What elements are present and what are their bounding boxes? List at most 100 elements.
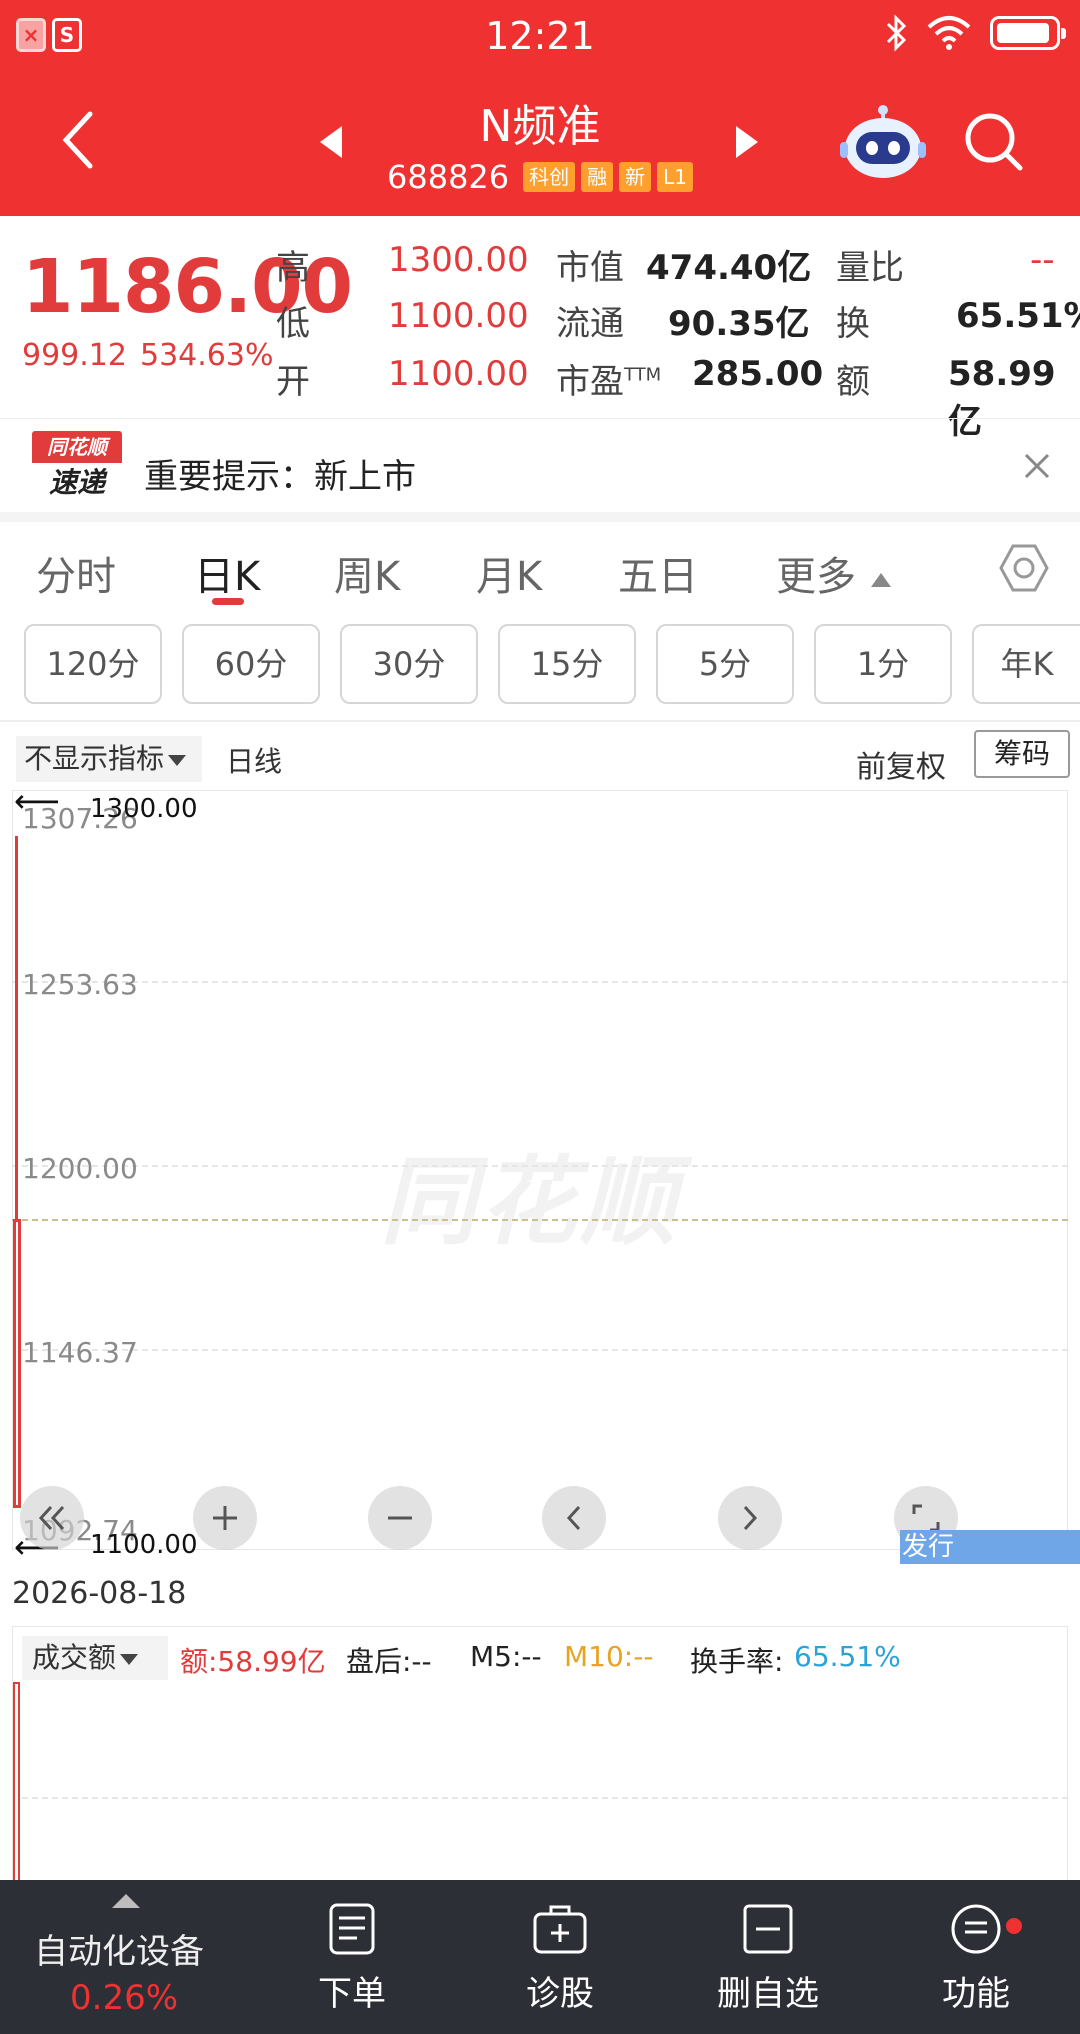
active-tab-indicator	[212, 598, 244, 605]
period-button-30min[interactable]: 30分	[340, 624, 478, 704]
forward-adjust-toggle[interactable]: 前复权	[856, 742, 946, 786]
search-icon[interactable]	[962, 110, 1026, 174]
zoom-in-button[interactable]	[193, 1486, 257, 1550]
notice-logo-bottom: 速递	[48, 466, 105, 499]
high-arrow-icon: ⟵	[14, 782, 60, 820]
chevron-left-icon	[566, 1505, 581, 1531]
volume-ratio-label: 量比	[836, 248, 904, 288]
gridline	[12, 1349, 1068, 1351]
turnover-rate-value: 65.51%	[794, 1640, 901, 1673]
chip-distribution-button[interactable]: 筹码	[974, 730, 1070, 778]
notification-dot	[1006, 1918, 1022, 1934]
close-icon[interactable]	[1020, 449, 1054, 483]
low-label: 低	[276, 304, 310, 344]
turnover-rate-label: 换手率:	[690, 1645, 784, 1678]
notice-logo: 同花顺 速递	[32, 431, 122, 505]
m10-value: M10:--	[564, 1640, 654, 1673]
functions-button[interactable]: 功能	[896, 1902, 1056, 2015]
pe-value: 285.00	[692, 354, 824, 394]
expand-up-icon[interactable]	[112, 1894, 140, 1908]
robot-assistant-icon[interactable]	[838, 104, 928, 184]
high-label: 高	[276, 248, 310, 288]
battery-level	[997, 23, 1050, 43]
float-cap-value: 90.35亿	[668, 304, 810, 344]
plus-icon	[213, 1506, 237, 1530]
dropdown-triangle-icon	[120, 1653, 139, 1665]
tab-monthly-k[interactable]: 月K	[476, 544, 542, 602]
price-change: 999.12	[22, 338, 127, 373]
period-button-15min[interactable]: 15分	[498, 624, 636, 704]
order-button-label: 下单	[318, 1974, 386, 2014]
market-cap-value: 474.40亿	[646, 248, 812, 288]
tag-new: 新	[619, 162, 652, 192]
scroll-to-start-button[interactable]	[20, 1486, 84, 1550]
volume-indicator-dropdown[interactable]: 成交额	[22, 1636, 168, 1680]
tab-five-day[interactable]: 五日	[618, 544, 698, 602]
notice-text: 重要提示：新上市	[144, 457, 416, 497]
header-bar: × S 12:21 N频准 688826 科创 融 新 L1	[0, 0, 1080, 216]
notice-banner[interactable]: 同花顺 速递 重要提示：新上市	[0, 418, 1080, 518]
pe-ttm-suffix: TTM	[624, 364, 662, 386]
volume-bar	[13, 1682, 20, 1882]
period-button-60min[interactable]: 60分	[182, 624, 320, 704]
low-marker-label: 1100.00	[90, 1530, 198, 1560]
scroll-right-button[interactable]	[718, 1486, 782, 1550]
float-cap-label: 流通	[556, 304, 624, 344]
high-marker-label: 1300.00	[90, 794, 198, 824]
open-label: 开	[276, 362, 310, 402]
candle-body	[13, 1218, 21, 1508]
volume-dropdown-label: 成交额	[32, 1641, 117, 1674]
order-button[interactable]: 下单	[272, 1902, 432, 2015]
volume-ratio-value: --	[1030, 240, 1055, 280]
dropdown-triangle-icon	[168, 754, 187, 766]
diagnose-kit-icon	[533, 1905, 587, 1954]
gridline	[12, 981, 1068, 983]
high-value: 1300.00	[388, 240, 529, 280]
period-button-120min[interactable]: 120分	[24, 624, 162, 704]
menu-circle-icon	[951, 1904, 1001, 1954]
y-axis-label: 1200.00	[22, 1152, 138, 1185]
gridline	[12, 1165, 1068, 1167]
notice-logo-top: 同花顺	[32, 431, 122, 463]
amount-label: 额	[836, 362, 870, 402]
stock-code: 688826	[386, 158, 510, 196]
volume-amount: 额:58.99亿	[180, 1645, 326, 1678]
period-button-5min[interactable]: 5分	[656, 624, 794, 704]
y-axis-label: 1253.63	[22, 968, 138, 1001]
tab-daily-k[interactable]: 日K	[194, 544, 260, 602]
status-right-icons	[884, 14, 1066, 52]
pe-label: 市盈TTM	[556, 354, 661, 403]
low-value: 1100.00	[388, 296, 529, 336]
period-button-1min[interactable]: 1分	[814, 624, 952, 704]
gridline	[12, 1797, 1068, 1799]
diagnose-stock-button[interactable]: 诊股	[480, 1902, 640, 2015]
battery-icon	[990, 16, 1066, 50]
remove-box-icon	[743, 1904, 793, 1954]
y-axis-label: 1146.37	[22, 1336, 138, 1369]
indicator-dropdown[interactable]: 不显示指标	[16, 736, 202, 782]
diagnose-stock-label: 诊股	[526, 1974, 594, 2014]
hexagon-settings-icon[interactable]	[998, 542, 1050, 594]
order-document-icon	[329, 1903, 375, 1955]
tab-weekly-k[interactable]: 周K	[334, 544, 400, 602]
bluetooth-icon	[886, 14, 907, 52]
sector-change: 0.26%	[70, 1978, 179, 2018]
double-chevron-left-icon	[38, 1505, 65, 1531]
chart-period-label: 日线	[226, 745, 283, 778]
sector-name[interactable]: 自动化设备	[34, 1924, 204, 1973]
section-divider	[0, 512, 1080, 522]
tab-more[interactable]: 更多	[776, 544, 893, 602]
period-button-yearly-k[interactable]: 年K	[972, 624, 1080, 704]
remove-watchlist-button[interactable]: 删自选	[688, 1902, 848, 2015]
caret-up-icon	[870, 573, 891, 587]
next-stock-triangle-icon[interactable]	[734, 124, 760, 160]
market-cap-label: 市值	[556, 248, 624, 288]
wifi-icon	[927, 16, 971, 50]
scroll-left-button[interactable]	[542, 1486, 606, 1550]
expand-icon	[912, 1504, 940, 1532]
tag-level1: L1	[657, 162, 694, 192]
minus-icon	[388, 1516, 412, 1520]
tab-intraday[interactable]: 分时	[36, 544, 116, 602]
zoom-out-button[interactable]	[368, 1486, 432, 1550]
issue-price-label: 发行价:186.88	[900, 1530, 1080, 1596]
